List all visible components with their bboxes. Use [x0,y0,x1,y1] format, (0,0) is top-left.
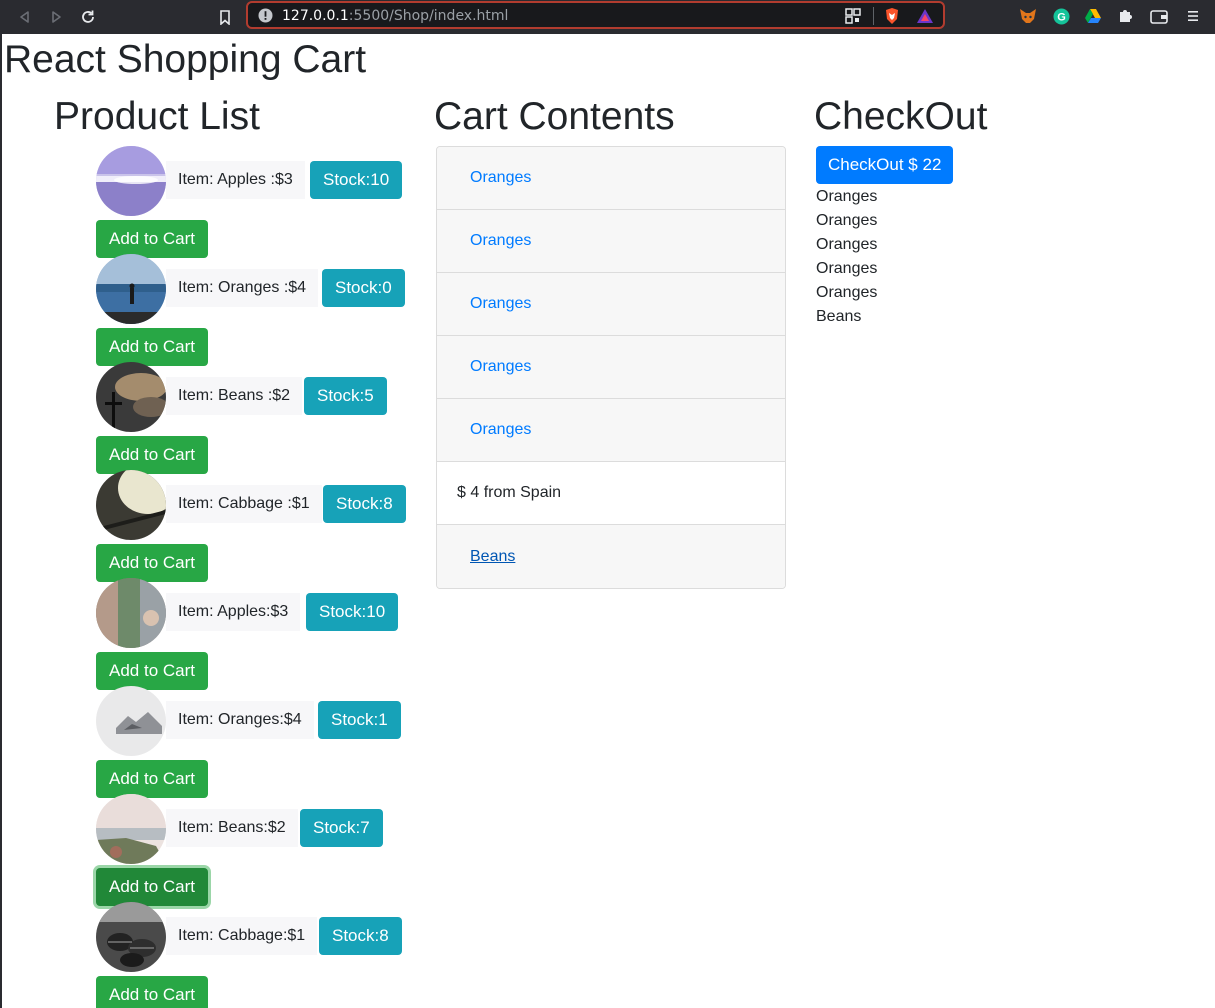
brave-rewards-icon[interactable] [916,7,934,30]
stock-button[interactable]: Stock:1 [318,701,401,739]
back-icon[interactable] [14,6,36,28]
checkout-item: Oranges [816,188,878,205]
stock-button[interactable]: Stock:8 [319,917,402,955]
checkout-title: CheckOut [814,95,988,138]
stock-button[interactable]: Stock:8 [323,485,406,523]
product-label: Item: Beans:$2 [166,809,298,847]
stock-button[interactable]: Stock:10 [310,161,403,199]
cart-item-link[interactable]: Oranges [470,358,531,376]
product-label: Item: Cabbage :$1 [166,485,322,523]
product-list-title: Product List [54,95,260,138]
cart-item-link[interactable]: Oranges [470,421,531,439]
svg-text:G: G [1057,11,1066,23]
checkout-item-list: Oranges Oranges Oranges Oranges Oranges … [816,185,877,329]
product-image [96,254,166,324]
menu-icon[interactable] [1184,7,1202,25]
checkout-item: Oranges [816,284,878,301]
forward-icon[interactable] [45,6,67,28]
product-image [96,146,166,216]
brave-shield-icon[interactable] [884,7,900,30]
url-text: 127.0.0.1:5500/Shop/index.html [282,8,508,24]
qr-code-icon[interactable] [845,8,861,29]
product-item: Item: Oranges :$4 Stock:0 Add to Cart [96,254,416,366]
product-label: Item: Apples:$3 [166,593,301,631]
cart-item-link[interactable]: Beans [470,548,515,566]
checkout-item: Oranges [816,236,878,253]
add-to-cart-button[interactable]: Add to Cart [96,652,208,690]
stock-button[interactable]: Stock:5 [304,377,387,415]
stock-button[interactable]: Stock:10 [306,593,399,631]
cart-list: Oranges Oranges Oranges Oranges Oranges … [436,146,786,589]
product-label: Item: Oranges:$4 [166,701,314,739]
grammarly-icon[interactable]: G [1052,7,1070,25]
cart-item-link[interactable]: Oranges [470,169,531,187]
cart-item-link[interactable]: Oranges [470,295,531,313]
site-info-icon[interactable] [258,8,273,28]
cart-item[interactable]: Oranges [437,147,785,210]
stock-button[interactable]: Stock:7 [300,809,383,847]
product-item: Item: Beans :$2 Stock:5 Add to Cart [96,362,416,474]
product-image [96,902,166,972]
checkout-item: Oranges [816,212,878,229]
add-to-cart-button[interactable]: Add to Cart [96,328,208,366]
product-item: Item: Apples:$3 Stock:10 Add to Cart [96,578,416,690]
extensions-puzzle-icon[interactable] [1116,7,1134,25]
cart-item-detail: $ 4 from Spain [437,462,785,525]
app-title: React Shopping Cart [4,38,367,81]
add-to-cart-button[interactable]: Add to Cart [96,544,208,582]
metamask-icon[interactable] [1019,7,1037,25]
add-to-cart-button[interactable]: Add to Cart [96,760,208,798]
product-item: Item: Cabbage:$1 Stock:8 Add to Cart [96,902,416,1008]
product-image [96,470,166,540]
cart-contents-title: Cart Contents [434,95,675,138]
checkout-item: Beans [816,308,862,325]
cart-item-detail-text: $ 4 from Spain [457,484,562,501]
cart-item[interactable]: Oranges [437,210,785,273]
page-content: React Shopping Cart Product List Cart Co… [0,34,1215,1008]
cart-item[interactable]: Oranges [437,273,785,336]
product-item: Item: Apples :$3 Stock:10 Add to Cart [96,146,416,258]
product-image [96,686,166,756]
product-label: Item: Oranges :$4 [166,269,319,307]
stock-button[interactable]: Stock:0 [322,269,405,307]
wallet-icon[interactable] [1150,7,1168,25]
product-label: Item: Apples :$3 [166,161,305,199]
add-to-cart-button[interactable]: Add to Cart [96,220,208,258]
product-item: Item: Oranges:$4 Stock:1 Add to Cart [96,686,416,798]
add-to-cart-button[interactable]: Add to Cart [96,976,208,1008]
url-path: :5500/Shop/index.html [348,8,509,24]
browser-toolbar: 127.0.0.1:5500/Shop/index.html G [0,0,1215,34]
url-host: 127.0.0.1 [282,8,349,24]
product-image [96,794,166,864]
add-to-cart-button[interactable]: Add to Cart [96,868,208,906]
product-item: Item: Beans:$2 Stock:7 Add to Cart [96,794,416,906]
cart-item-link[interactable]: Oranges [470,232,531,250]
google-drive-icon[interactable] [1084,7,1102,25]
checkout-item: Oranges [816,260,878,277]
cart-item[interactable]: Oranges [437,336,785,399]
add-to-cart-button[interactable]: Add to Cart [96,436,208,474]
product-label: Item: Cabbage:$1 [166,917,318,955]
product-item: Item: Cabbage :$1 Stock:8 Add to Cart [96,470,416,582]
cart-item[interactable]: Oranges [437,399,785,462]
reload-icon[interactable] [77,6,99,28]
cart-item[interactable]: Beans [437,525,785,588]
address-bar[interactable]: 127.0.0.1:5500/Shop/index.html [246,1,945,29]
divider [873,7,874,25]
product-label: Item: Beans :$2 [166,377,303,415]
product-image [96,578,166,648]
product-image [96,362,166,432]
bookmark-icon[interactable] [214,6,236,28]
checkout-button[interactable]: CheckOut $ 22 [816,146,954,184]
